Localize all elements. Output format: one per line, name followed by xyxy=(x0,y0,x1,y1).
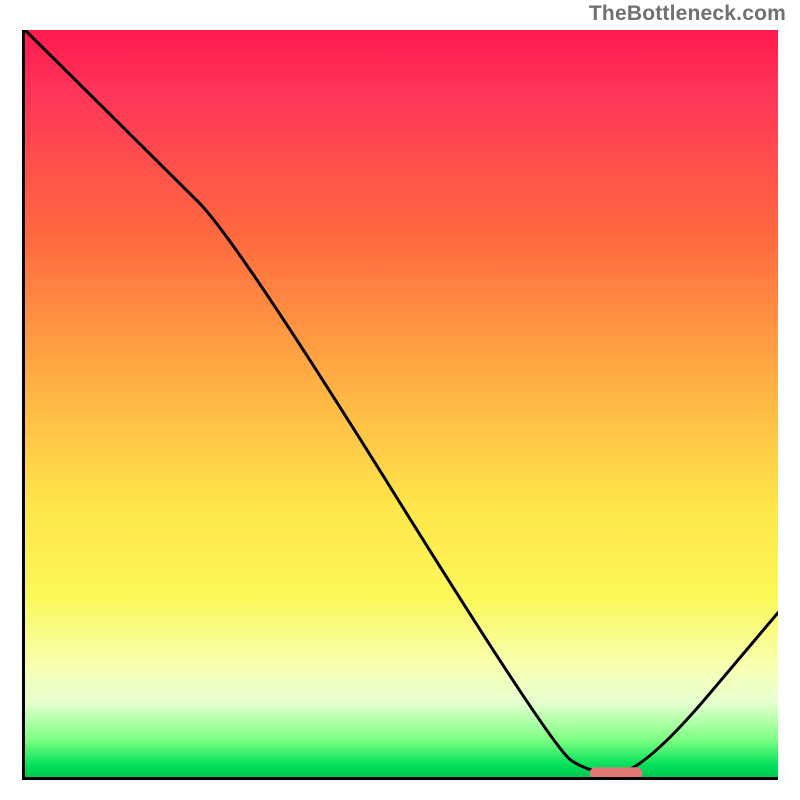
bottleneck-chart: TheBottleneck.com xyxy=(0,0,800,800)
bottleneck-curve-path xyxy=(25,30,778,773)
optimal-range-marker xyxy=(590,767,643,777)
curve-layer xyxy=(25,30,778,777)
watermark-text: TheBottleneck.com xyxy=(589,2,786,26)
plot-area xyxy=(22,30,778,780)
